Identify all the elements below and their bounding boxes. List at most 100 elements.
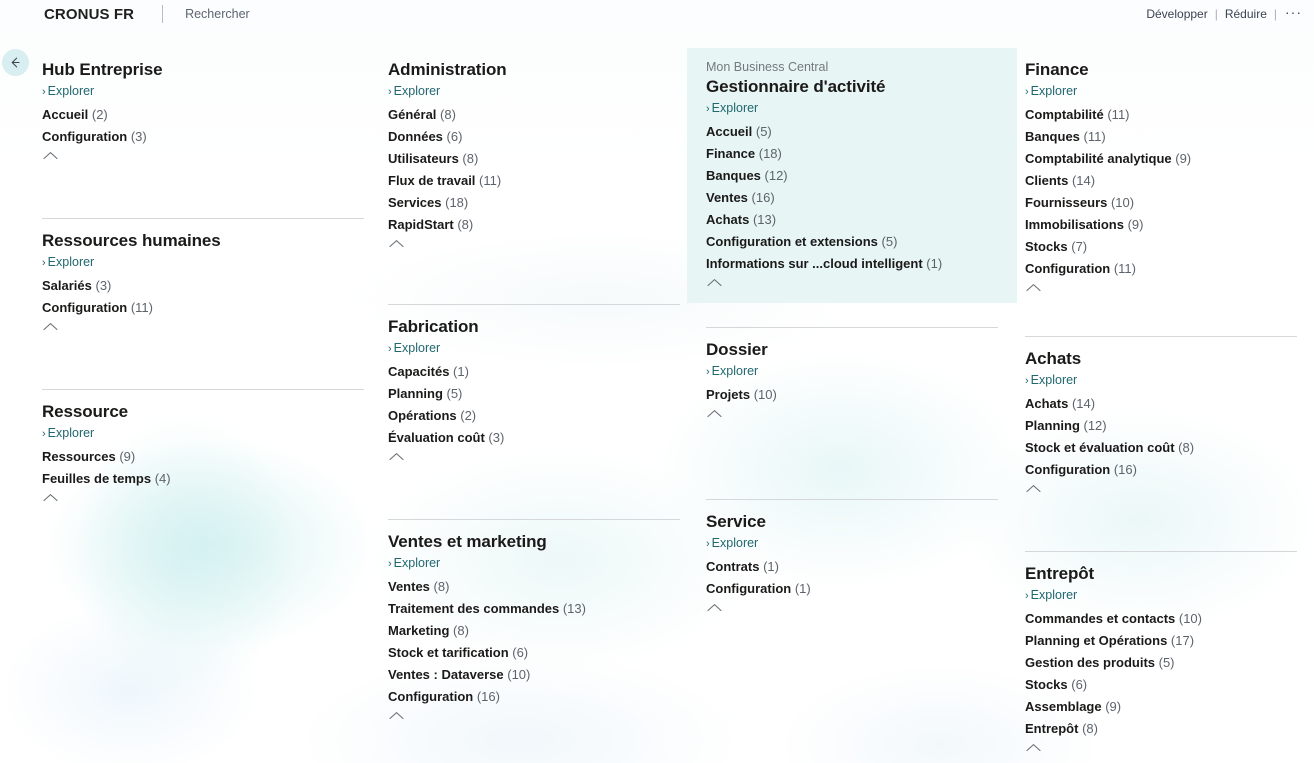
collapse-group-button-ressource[interactable] <box>42 492 64 508</box>
nav-item-label: Comptabilité analytique <box>1025 151 1172 166</box>
nav-item[interactable]: Banques (11) <box>1025 126 1298 148</box>
arrow-left-icon <box>8 55 23 70</box>
nav-item[interactable]: Salariés (3) <box>42 275 365 297</box>
collapse-group-button-gestionnaire-d-activite[interactable] <box>706 277 728 293</box>
chevron-up-icon <box>388 451 410 462</box>
explore-link-ressources-humaines[interactable]: › Explorer <box>42 253 365 272</box>
nav-item[interactable]: Planning et Opérations (17) <box>1025 630 1298 652</box>
nav-item[interactable]: Évaluation coût (3) <box>388 427 681 449</box>
explore-label: Explorer <box>47 255 95 269</box>
nav-item[interactable]: Services (18) <box>388 192 681 214</box>
explore-link-ventes-et-marketing[interactable]: › Explorer <box>388 554 681 573</box>
search-input[interactable]: Rechercher <box>185 7 250 21</box>
nav-item-label: Ressources <box>42 449 116 464</box>
nav-item[interactable]: Traitement des commandes (13) <box>388 598 681 620</box>
collapse-group-button-fabrication[interactable] <box>388 451 410 467</box>
nav-item[interactable]: Configuration (11) <box>1025 258 1298 280</box>
collapse-all-button[interactable]: Réduire <box>1222 7 1270 21</box>
chevron-right-icon: › <box>1025 375 1029 387</box>
nav-item[interactable]: Configuration (16) <box>388 686 681 708</box>
collapse-group-button-service[interactable] <box>706 602 728 618</box>
nav-item[interactable]: Immobilisations (9) <box>1025 214 1298 236</box>
collapse-group-button-ventes-et-marketing[interactable] <box>388 710 410 726</box>
collapse-group-button-hub-entreprise[interactable] <box>42 150 64 166</box>
nav-group-entrepot: Entrepôt › Explorer Commandes et contacts (… <box>1006 552 1314 763</box>
explore-link-finance[interactable]: › Explorer <box>1025 82 1298 101</box>
nav-item[interactable]: Ventes (8) <box>388 576 681 598</box>
explore-link-fabrication[interactable]: › Explorer <box>388 339 681 358</box>
more-options-button[interactable]: ··· <box>1281 4 1306 24</box>
nav-item[interactable]: Configuration (16) <box>1025 459 1298 481</box>
collapse-group-button-entrepot[interactable] <box>1025 742 1047 758</box>
explore-label: Explorer <box>711 101 759 115</box>
explore-link-achats[interactable]: › Explorer <box>1025 371 1298 390</box>
nav-item-label: Services <box>388 195 442 210</box>
nav-group-administration: Administration › Explorer Général (8) Donnée… <box>369 48 699 264</box>
nav-item[interactable]: Fournisseurs (10) <box>1025 192 1298 214</box>
explore-link-gestionnaire-d-activite[interactable]: › Explorer <box>706 99 999 118</box>
nav-item[interactable]: Données (6) <box>388 126 681 148</box>
back-button[interactable] <box>2 49 29 76</box>
nav-item[interactable]: Achats (14) <box>1025 393 1298 415</box>
nav-item[interactable]: Configuration et extensions (5) <box>706 231 999 253</box>
nav-item[interactable]: Comptabilité (11) <box>1025 104 1298 126</box>
collapse-group-button-dossier[interactable] <box>706 408 728 424</box>
explore-link-entrepot[interactable]: › Explorer <box>1025 586 1298 605</box>
nav-item-count: (8) <box>458 151 479 166</box>
chevron-right-icon: › <box>1025 86 1029 98</box>
nav-item[interactable]: Configuration (1) <box>706 578 999 600</box>
nav-item[interactable]: Stock et évaluation coût (8) <box>1025 437 1298 459</box>
nav-item[interactable]: Ventes : Dataverse (10) <box>388 664 681 686</box>
nav-item[interactable]: Contrats (1) <box>706 556 999 578</box>
nav-item[interactable]: Planning (5) <box>388 383 681 405</box>
nav-item[interactable]: Commandes et contacts (10) <box>1025 608 1298 630</box>
nav-item[interactable]: Ventes (16) <box>706 187 999 209</box>
expand-all-button[interactable]: Développer <box>1143 7 1210 21</box>
collapse-group-button-achats[interactable] <box>1025 483 1047 499</box>
nav-item[interactable]: Feuilles de temps (4) <box>42 468 365 490</box>
nav-item[interactable]: Projets (10) <box>706 384 999 406</box>
nav-item[interactable]: Ressources (9) <box>42 446 365 468</box>
collapse-group-button-ressources-humaines[interactable] <box>42 321 64 337</box>
nav-item[interactable]: Clients (14) <box>1025 170 1298 192</box>
nav-item[interactable]: Assemblage (9) <box>1025 696 1298 718</box>
nav-item[interactable]: Planning (12) <box>1025 415 1298 437</box>
nav-item[interactable]: Marketing (8) <box>388 620 681 642</box>
nav-item[interactable]: Banques (12) <box>706 165 999 187</box>
explore-link-dossier[interactable]: › Explorer <box>706 362 999 381</box>
explore-link-administration[interactable]: › Explorer <box>388 82 681 101</box>
explore-link-ressource[interactable]: › Explorer <box>42 424 365 443</box>
nav-item[interactable]: RapidStart (8) <box>388 214 681 236</box>
top-bar-actions: Développer | Réduire | ··· <box>1143 4 1306 24</box>
nav-item-count: (16) <box>747 190 775 205</box>
nav-item[interactable]: Accueil (2) <box>42 104 365 126</box>
nav-item-count: (9) <box>1101 699 1122 714</box>
nav-item[interactable]: Flux de travail (11) <box>388 170 681 192</box>
collapse-group-button-finance[interactable] <box>1025 282 1047 298</box>
nav-item-label: Projets <box>706 387 751 402</box>
nav-item[interactable]: Comptabilité analytique (9) <box>1025 148 1298 170</box>
collapse-group-button-administration[interactable] <box>388 238 410 254</box>
nav-item[interactable]: Finance (18) <box>706 143 999 165</box>
nav-item[interactable]: Stock et tarification (6) <box>388 642 681 664</box>
explore-label: Explorer <box>1030 84 1078 98</box>
nav-item[interactable]: Stocks (6) <box>1025 674 1298 696</box>
nav-item[interactable]: Gestion des produits (5) <box>1025 652 1298 674</box>
company-brand[interactable]: CRONUS FR <box>44 6 134 23</box>
nav-item[interactable]: Configuration (11) <box>42 297 365 319</box>
nav-item[interactable]: Capacités (1) <box>388 361 681 383</box>
nav-item[interactable]: Informations sur ...cloud intelligent (1… <box>706 253 999 275</box>
nav-item[interactable]: Accueil (5) <box>706 121 999 143</box>
nav-item[interactable]: Entrepôt (8) <box>1025 718 1298 740</box>
nav-item-label: Configuration <box>706 581 792 596</box>
nav-item[interactable]: Configuration (3) <box>42 126 365 148</box>
nav-item[interactable]: Achats (13) <box>706 209 999 231</box>
nav-item[interactable]: Opérations (2) <box>388 405 681 427</box>
nav-item[interactable]: Utilisateurs (8) <box>388 148 681 170</box>
nav-item[interactable]: Stocks (7) <box>1025 236 1298 258</box>
explore-link-service[interactable]: › Explorer <box>706 534 999 553</box>
chevron-right-icon: › <box>388 558 392 570</box>
nav-item[interactable]: Général (8) <box>388 104 681 126</box>
explore-link-hub-entreprise[interactable]: › Explorer <box>42 82 365 101</box>
